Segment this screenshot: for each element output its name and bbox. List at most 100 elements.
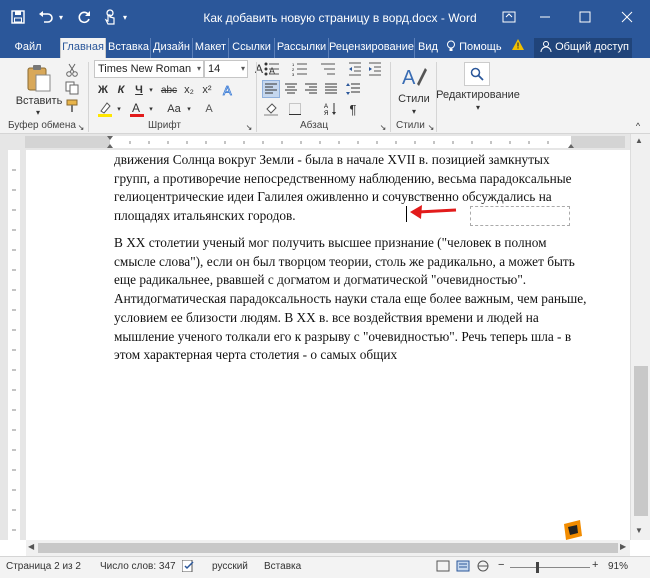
scroll-up-icon[interactable]: ▲ (635, 136, 643, 145)
scroll-left-icon[interactable]: ◀ (28, 542, 34, 551)
focus-mode-icon[interactable] (436, 560, 450, 575)
proofing-icon[interactable] (181, 559, 196, 575)
save-icon[interactable] (8, 7, 28, 27)
customize-qa-icon[interactable]: ▾ (120, 7, 130, 27)
maximize-icon[interactable] (570, 6, 600, 28)
borders-icon[interactable] (286, 100, 304, 118)
font-name-combo[interactable]: Times New Roman ▾ (94, 60, 204, 78)
paste-icon[interactable] (22, 62, 56, 94)
warning-icon[interactable] (510, 38, 526, 58)
minimize-icon[interactable] (530, 6, 560, 28)
insert-mode[interactable]: Вставка (264, 561, 301, 572)
share-button[interactable]: Общий доступ (534, 38, 632, 58)
change-case-button[interactable]: Aa (164, 100, 184, 118)
numbering-icon[interactable]: 123 (290, 60, 310, 78)
zoom-slider-thumb[interactable] (536, 562, 539, 573)
bold-button[interactable]: Ж (96, 82, 110, 98)
paste-button[interactable]: Вставить (16, 94, 63, 108)
format-painter-icon[interactable] (63, 98, 81, 114)
sort-icon[interactable]: AЯ (322, 100, 340, 118)
search-icon[interactable] (464, 62, 490, 86)
undo-icon[interactable] (36, 7, 56, 27)
redo-icon[interactable] (74, 7, 94, 27)
page-count[interactable]: Страница 2 из 2 (6, 561, 81, 572)
zoom-slider[interactable] (510, 567, 590, 568)
tab-help[interactable]: Помощь (446, 38, 504, 58)
multilevel-list-icon[interactable] (318, 60, 338, 78)
align-left-icon[interactable] (262, 80, 280, 98)
font-color-dropdown-icon[interactable]: ▾ (146, 100, 156, 118)
tab-references[interactable]: Ссылки (229, 38, 275, 58)
increase-indent-icon[interactable] (366, 60, 384, 78)
clipboard-launcher-icon[interactable]: ↘ (76, 122, 86, 132)
decrease-indent-icon[interactable] (346, 60, 364, 78)
horizontal-scrollbar[interactable]: ◀ ▶ (26, 540, 630, 556)
zoom-level[interactable]: 91% (608, 561, 628, 572)
print-layout-icon[interactable] (456, 560, 470, 575)
paragraph-2[interactable]: В XX столетии ученый мог получить высшее… (114, 234, 588, 365)
tab-home[interactable]: Главная (60, 38, 106, 58)
text-effects-icon[interactable]: A (220, 82, 238, 98)
language[interactable]: русский (212, 561, 248, 572)
vertical-scrollbar[interactable]: ▲ ▼ (630, 134, 650, 540)
horizontal-ruler[interactable] (0, 134, 650, 150)
svg-text:A: A (402, 67, 416, 89)
underline-button[interactable]: Ч (132, 82, 146, 98)
word-count[interactable]: Число слов: 347 (100, 561, 176, 572)
tab-file[interactable]: Файл (8, 38, 48, 58)
italic-button[interactable]: К (114, 82, 128, 98)
web-layout-icon[interactable] (476, 560, 490, 575)
styles-group-label: Стили (396, 120, 425, 131)
align-right-icon[interactable] (302, 80, 320, 98)
styles-button[interactable]: Стили (394, 92, 434, 106)
tab-view[interactable]: Вид (415, 38, 441, 58)
line-spacing-icon[interactable] (344, 80, 362, 98)
scroll-down-icon[interactable]: ▼ (635, 526, 643, 535)
subscript-button[interactable]: x₂ (181, 82, 197, 98)
font-color-icon[interactable]: A (128, 100, 146, 118)
tab-review[interactable]: Рецензирование (329, 38, 415, 58)
copy-icon[interactable] (63, 80, 81, 96)
ribbon-display-options-icon[interactable] (494, 6, 524, 28)
styles-launcher-icon[interactable]: ↘ (426, 122, 436, 132)
zoom-in-icon[interactable]: + (592, 559, 598, 571)
styles-icon[interactable]: A (398, 62, 430, 92)
editing-button[interactable]: Редактирование (436, 88, 520, 102)
change-case-dropdown-icon[interactable]: ▾ (184, 100, 194, 118)
lightbulb-icon (447, 40, 455, 51)
scroll-right-icon[interactable]: ▶ (620, 542, 626, 551)
pilcrow-icon[interactable]: ¶ (344, 100, 362, 118)
document-page[interactable]: движения Солнца вокруг Земли - была в на… (26, 150, 630, 540)
strikethrough-button[interactable]: abc (160, 82, 178, 98)
bullets-icon[interactable] (262, 60, 282, 78)
underline-dropdown-icon[interactable]: ▾ (146, 82, 156, 98)
shading-icon[interactable] (262, 100, 280, 118)
font-size-combo[interactable]: 14 ▾ (204, 60, 248, 78)
paragraph-launcher-icon[interactable]: ↘ (378, 122, 388, 132)
editing-dropdown-icon[interactable]: ▾ (472, 102, 484, 112)
vertical-ruler[interactable] (0, 150, 26, 540)
vertical-scroll-thumb[interactable] (634, 366, 648, 516)
horizontal-scroll-thumb[interactable] (38, 543, 618, 553)
svg-text:A: A (223, 83, 232, 97)
justify-icon[interactable] (322, 80, 340, 98)
align-center-icon[interactable] (282, 80, 300, 98)
tab-insert[interactable]: Вставка (107, 38, 151, 58)
paste-dropdown-icon[interactable]: ▾ (28, 107, 48, 117)
cut-icon[interactable] (63, 62, 81, 78)
tab-mailings[interactable]: Рассылки (275, 38, 329, 58)
font-launcher-icon[interactable]: ↘ (244, 122, 254, 132)
styles-dropdown-icon[interactable]: ▾ (408, 106, 420, 116)
tab-help-label: Помощь (459, 41, 502, 53)
superscript-button[interactable]: x² (199, 82, 215, 98)
clear-formatting-button[interactable]: A (200, 100, 218, 118)
close-icon[interactable] (612, 6, 642, 28)
tab-layout[interactable]: Макет (193, 38, 229, 58)
undo-dropdown-icon[interactable]: ▾ (56, 7, 66, 27)
tab-design[interactable]: Дизайн (151, 38, 193, 58)
collapse-ribbon-icon[interactable]: ^ (632, 120, 644, 132)
highlight-icon[interactable] (96, 100, 114, 118)
touch-mode-icon[interactable] (100, 7, 120, 27)
zoom-out-icon[interactable]: − (498, 559, 504, 571)
highlight-dropdown-icon[interactable]: ▾ (114, 100, 124, 118)
